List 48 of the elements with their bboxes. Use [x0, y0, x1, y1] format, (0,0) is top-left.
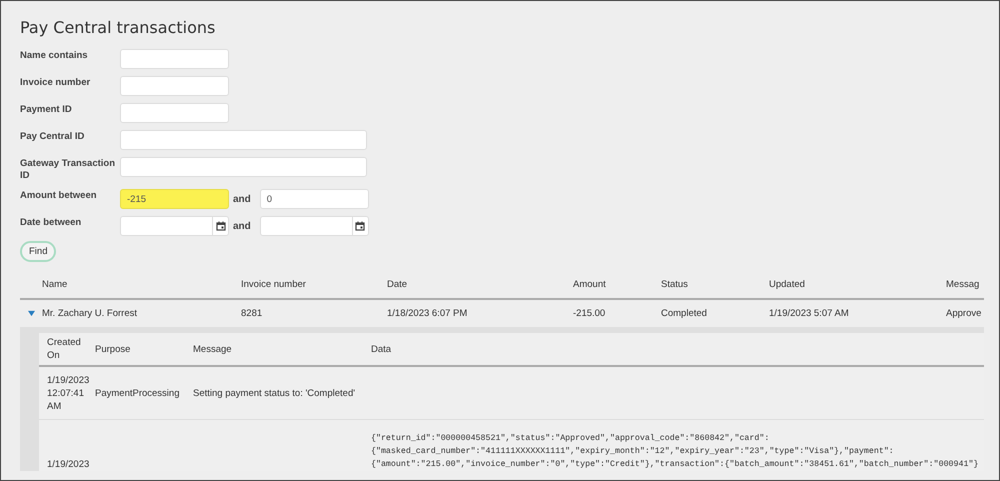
column-header: Amount	[573, 279, 607, 290]
field-label: Payment ID	[20, 103, 73, 116]
joiner-label: and	[232, 220, 252, 232]
column-header: Purpose	[95, 342, 132, 356]
field-label: Invoice number	[20, 76, 92, 89]
date-field[interactable]	[260, 216, 369, 236]
calendar-icon[interactable]	[355, 221, 366, 231]
table-cell-text: Mr. Zachary U. Forrest	[42, 308, 138, 319]
field-label: Gateway Transaction ID	[20, 157, 116, 182]
table-cell-text: Approve	[946, 308, 982, 319]
column-header: Name	[42, 279, 68, 290]
column-header: Invoice number	[241, 279, 307, 290]
column-header: Date	[387, 279, 408, 290]
code-line: {"return_id":"000000458521","status":"Approved","approval_code":"860842","card":	[371, 433, 770, 445]
column-header: Created On	[47, 336, 82, 362]
text-field[interactable]	[120, 157, 367, 177]
field-label: Pay Central ID	[20, 130, 86, 143]
amount-field[interactable]: 0	[260, 189, 369, 209]
calendar-icon[interactable]	[216, 221, 226, 231]
column-header: Message	[193, 342, 233, 356]
column-header: Status	[661, 279, 689, 290]
table-cell-text: 1/19/2023 5:07 AM	[769, 308, 850, 319]
code-line: {"masked_card_number":"411111XXXXXX1111","expiry_month":"12","expiry_year":"23","type":"Visa"},"payment":	[371, 446, 895, 458]
text-field[interactable]	[120, 76, 229, 96]
table-cell-text: PaymentProcessing	[95, 386, 180, 400]
table-cell-text: 1/19/2023 12:07:41 AM	[47, 374, 90, 412]
amount-field[interactable]: -215	[120, 189, 229, 209]
code-line: {"amount":"215.00","invoice_number":"0","type":"Credit"},"transaction":{"batch_amount":"38451.61","batch_number":"000941"}	[371, 459, 980, 471]
column-header: Messag	[946, 279, 980, 290]
table-cell-text: 8281	[241, 308, 264, 319]
column-header: Data	[371, 342, 392, 356]
field-label: Name contains	[20, 49, 89, 62]
find-button[interactable]: Find	[20, 241, 56, 262]
text-field[interactable]	[120, 49, 229, 69]
column-header: Updated	[769, 279, 806, 290]
collapse-icon[interactable]	[28, 310, 34, 317]
table-cell-text: Setting payment status to: 'Completed'	[193, 386, 356, 400]
table-cell-text: 1/18/2023 6:07 PM	[387, 308, 468, 319]
field-label: Amount between	[20, 189, 98, 202]
field-label: Date between	[20, 216, 82, 229]
table-cell-text: Completed	[661, 308, 708, 319]
joiner-label: and	[232, 194, 252, 204]
text-field[interactable]	[120, 130, 367, 150]
table-cell-text: -215.00	[573, 308, 606, 319]
table-cell-text: 1/19/2023	[47, 458, 90, 471]
date-field[interactable]	[120, 216, 229, 236]
text-field[interactable]	[120, 103, 229, 123]
page-title: Pay Central transactions	[20, 18, 216, 38]
